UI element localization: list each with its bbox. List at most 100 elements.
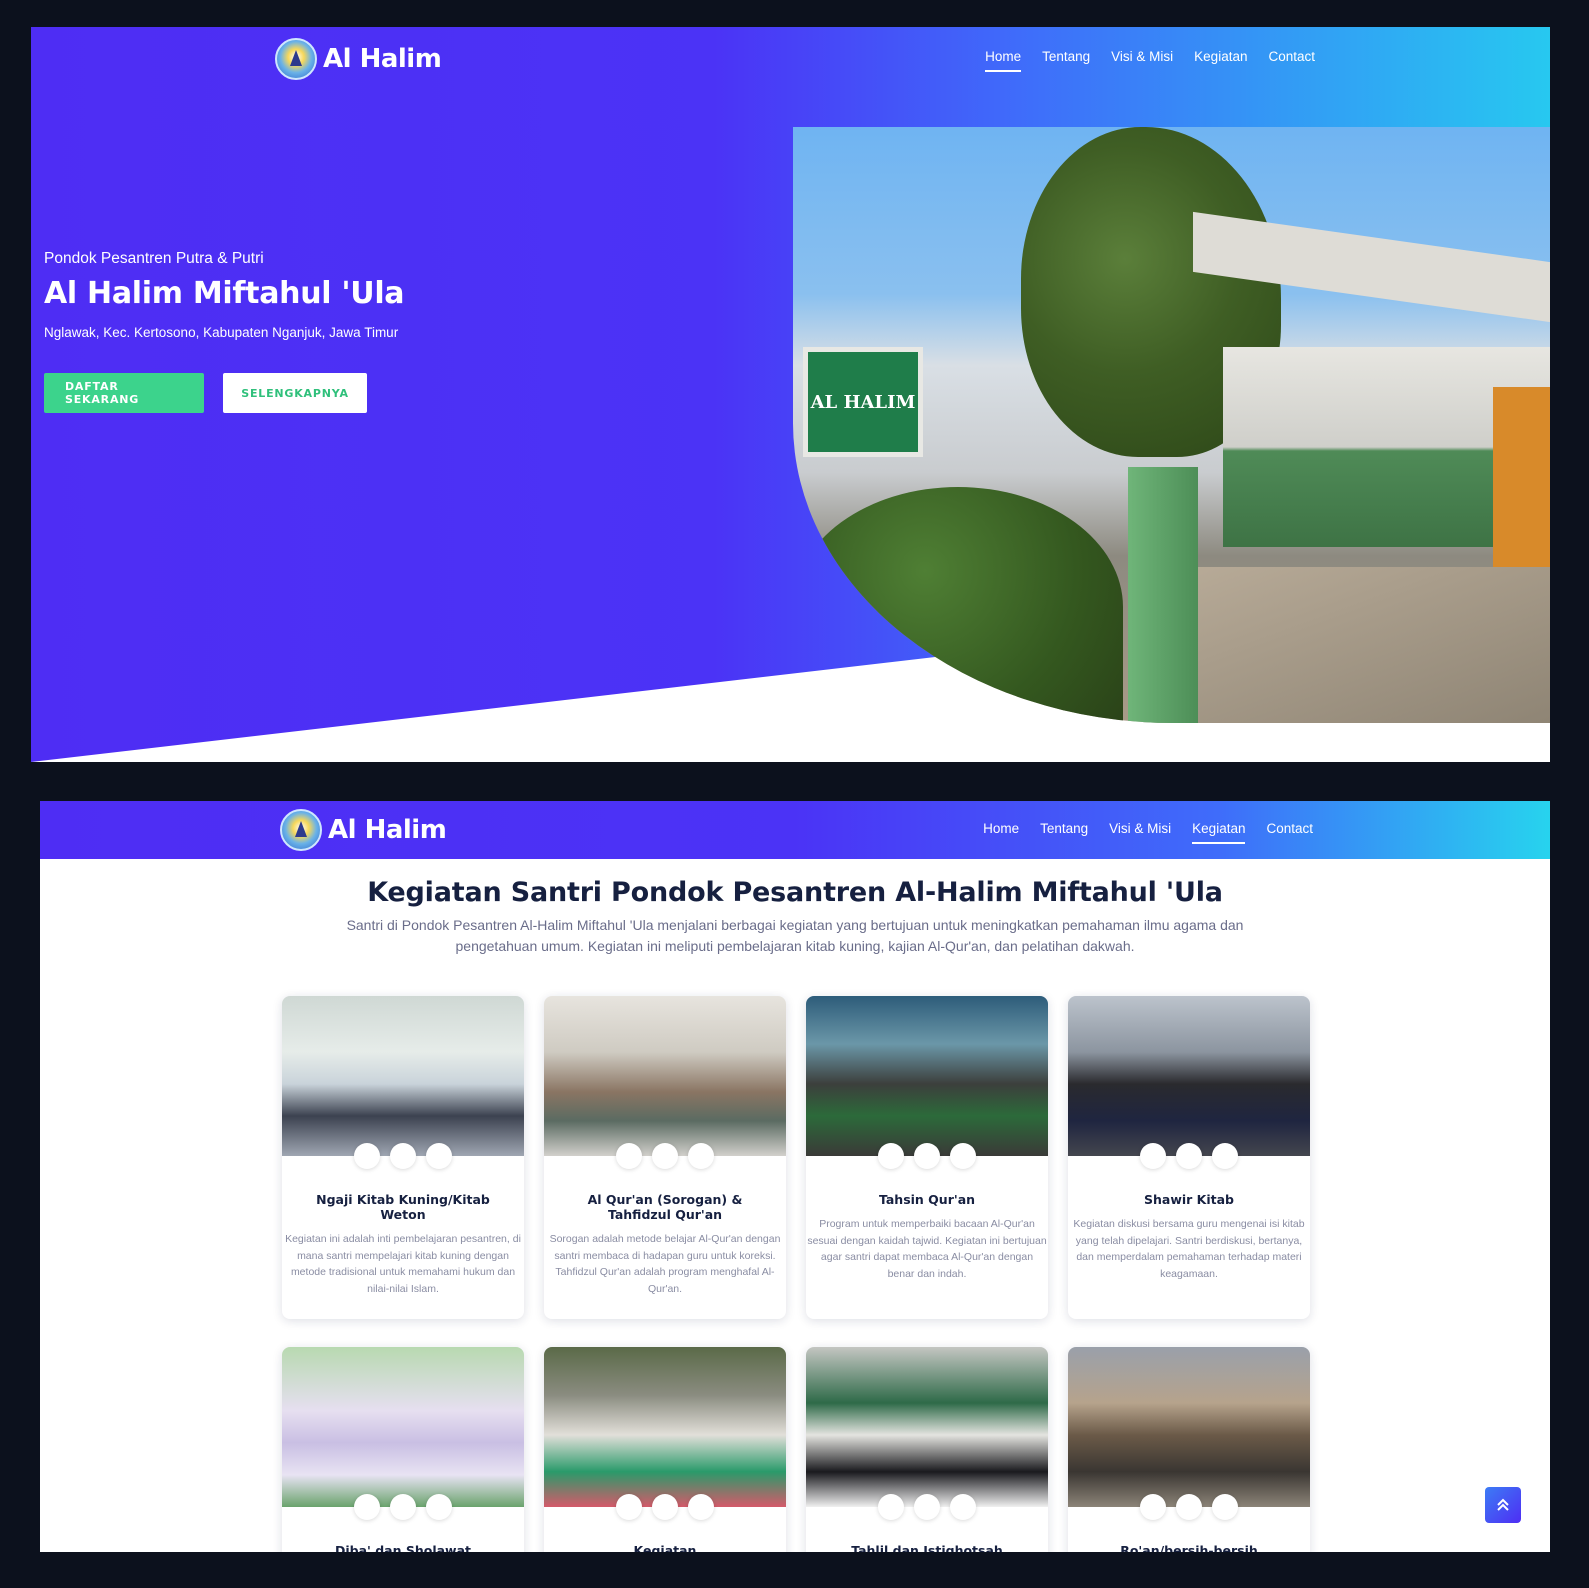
nav-visi-misi[interactable]: Visi & Misi [1109, 821, 1171, 844]
kegiatan-card[interactable]: Tahlil dan Istighotsah [806, 1347, 1048, 1552]
social-icon[interactable] [426, 1143, 452, 1169]
nav-tentang[interactable]: Tentang [1042, 49, 1090, 72]
social-icon[interactable] [652, 1143, 678, 1169]
card-title: Diba' dan Sholawat [334, 1543, 472, 1552]
card-text: Kegiatan diskusi bersama guru mengenai i… [1073, 1218, 1305, 1280]
kegiatan-card[interactable]: Al Qur'an (Sorogan) & Tahfidzul Qur'an S… [544, 996, 786, 1319]
kegiatan-card[interactable]: Diba' dan Sholawat [282, 1347, 524, 1552]
hero-buttons: DAFTAR SEKARANG SELENGKAPNYA [44, 373, 404, 413]
social-icon[interactable] [616, 1143, 642, 1169]
nav-menu: Home Tentang Visi & Misi Kegiatan Contac… [985, 49, 1315, 72]
nav-visi-misi[interactable]: Visi & Misi [1111, 49, 1173, 72]
card-photo [544, 996, 786, 1169]
logo-emblem-icon [280, 809, 322, 851]
hero-subtitle: Pondok Pesantren Putra & Putri [44, 250, 264, 267]
social-icon[interactable] [688, 1494, 714, 1520]
brand-logo-link[interactable]: Al Halim [275, 38, 442, 80]
kegiatan-card[interactable]: Ro'an/bersih-bersih [1068, 1347, 1310, 1552]
photo-signboard: AL HALIM [803, 347, 923, 457]
navbar: Al Halim Home Tentang Visi & Misi Kegiat… [31, 27, 1550, 89]
social-icon[interactable] [390, 1143, 416, 1169]
nav-kegiatan[interactable]: Kegiatan [1192, 821, 1246, 844]
brand-name: Al Halim [323, 44, 442, 74]
photo-sign-text: AL HALIM [810, 392, 916, 413]
card-social-links [806, 1494, 1048, 1520]
brand-name: Al Halim [328, 815, 447, 845]
card-photo [806, 996, 1048, 1169]
card-photo [544, 1347, 786, 1520]
card-photo [282, 996, 524, 1169]
brand-logo-link[interactable]: Al Halim [280, 809, 447, 851]
navbar: Al Halim Home Tentang Visi & Misi Kegiat… [40, 801, 1550, 859]
section-description: Santri di Pondok Pesantren Al-Halim Mift… [346, 917, 1244, 954]
section-title: Kegiatan Santri Pondok Pesantren Al-Hali… [367, 877, 1223, 908]
card-photo [806, 1347, 1048, 1520]
card-social-links [544, 1143, 786, 1169]
social-icon[interactable] [914, 1143, 940, 1169]
card-body: Shawir Kitab Kegiatan diskusi bersama gu… [1068, 1156, 1310, 1304]
card-body: Al Qur'an (Sorogan) & Tahfidzul Qur'an S… [544, 1156, 786, 1319]
hero-address: Nglawak, Kec. Kertosono, Kabupaten Nganj… [44, 325, 399, 340]
nav-menu: Home Tentang Visi & Misi Kegiatan Contac… [983, 821, 1313, 844]
card-photo [1068, 996, 1310, 1169]
social-icon[interactable] [390, 1494, 416, 1520]
nav-home[interactable]: Home [983, 821, 1019, 844]
social-icon[interactable] [914, 1494, 940, 1520]
hero-building-photo: AL HALIM [793, 127, 1550, 723]
social-icon[interactable] [426, 1494, 452, 1520]
social-icon[interactable] [1140, 1494, 1166, 1520]
social-icon[interactable] [1176, 1494, 1202, 1520]
hero-title: Al Halim Miftahul 'Ula [44, 276, 405, 311]
card-title: Tahsin Qur'an [878, 1192, 976, 1207]
kegiatan-screenshot-panel: Al Halim Home Tentang Visi & Misi Kegiat… [40, 801, 1550, 1552]
photo-pathway [1193, 567, 1550, 723]
nav-contact[interactable]: Contact [1268, 49, 1315, 72]
card-title: Kegiatan Romadhon/Pengajian Kilatan [633, 1543, 697, 1552]
social-icon[interactable] [688, 1143, 714, 1169]
social-icon[interactable] [354, 1494, 380, 1520]
logo-emblem-icon [275, 38, 317, 80]
card-social-links [806, 1143, 1048, 1169]
social-icon[interactable] [950, 1494, 976, 1520]
card-social-links [282, 1494, 524, 1520]
kegiatan-card[interactable]: Shawir Kitab Kegiatan diskusi bersama gu… [1068, 996, 1310, 1319]
social-icon[interactable] [878, 1494, 904, 1520]
card-social-links [1068, 1494, 1310, 1520]
hero-screenshot-panel: AL HALIM Al Halim Home Tentang Visi & Mi… [31, 27, 1550, 762]
selengkapnya-button[interactable]: SELENGKAPNYA [223, 373, 367, 413]
nav-contact[interactable]: Contact [1266, 821, 1313, 844]
card-title: Tahlil dan Istighotsah [851, 1543, 1003, 1552]
kegiatan-card[interactable]: Tahsin Qur'an Program untuk memperbaiki … [806, 996, 1048, 1319]
double-chevron-up-icon [1497, 1498, 1509, 1511]
nav-kegiatan[interactable]: Kegiatan [1194, 49, 1247, 72]
photo-wall [1493, 387, 1550, 587]
card-photo [1068, 1347, 1310, 1520]
kegiatan-card[interactable]: Ngaji Kitab Kuning/Kitab Weton Kegiatan … [282, 996, 524, 1319]
card-title: Shawir Kitab [1143, 1192, 1234, 1207]
card-title: Al Qur'an (Sorogan) & Tahfidzul Qur'an [587, 1192, 743, 1222]
kegiatan-card-grid: Ngaji Kitab Kuning/Kitab Weton Kegiatan … [282, 996, 1312, 1552]
nav-tentang[interactable]: Tentang [1040, 821, 1088, 844]
card-text: Program untuk memperbaiki bacaan Al-Qur'… [807, 1218, 1047, 1280]
social-icon[interactable] [354, 1143, 380, 1169]
card-title: Ro'an/bersih-bersih [1120, 1543, 1258, 1552]
card-body: Tahsin Qur'an Program untuk memperbaiki … [806, 1156, 1048, 1304]
card-social-links [544, 1494, 786, 1520]
social-icon[interactable] [878, 1143, 904, 1169]
hero-content: Pondok Pesantren Putra & Putri Al Halim … [44, 250, 405, 413]
daftar-sekarang-button[interactable]: DAFTAR SEKARANG [44, 373, 204, 413]
social-icon[interactable] [652, 1494, 678, 1520]
social-icon[interactable] [1140, 1143, 1166, 1169]
social-icon[interactable] [1212, 1494, 1238, 1520]
social-icon[interactable] [1212, 1143, 1238, 1169]
social-icon[interactable] [616, 1494, 642, 1520]
social-icon[interactable] [1176, 1143, 1202, 1169]
nav-home[interactable]: Home [985, 49, 1022, 72]
card-body: Ngaji Kitab Kuning/Kitab Weton Kegiatan … [282, 1156, 524, 1319]
kegiatan-card[interactable]: Kegiatan Romadhon/Pengajian Kilatan [544, 1347, 786, 1552]
card-title: Ngaji Kitab Kuning/Kitab Weton [316, 1192, 490, 1222]
card-text: Kegiatan ini adalah inti pembelajaran pe… [285, 1233, 521, 1295]
social-icon[interactable] [950, 1143, 976, 1169]
card-text: Sorogan adalah metode belajar Al-Qur'an … [549, 1233, 781, 1295]
scroll-to-top-button[interactable] [1485, 1487, 1521, 1523]
